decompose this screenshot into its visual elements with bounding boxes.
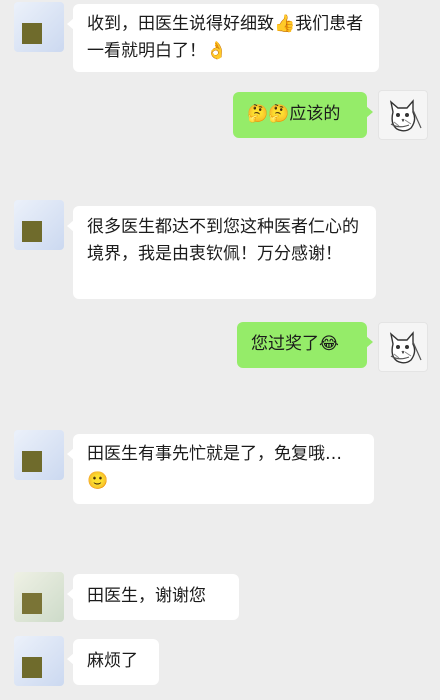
message-row-outgoing: 🤔🤔应该的 — [0, 86, 440, 146]
message-text: 收到，田医生说得好细致👍我们患者一看就明白了！👌 — [87, 14, 364, 61]
patient-avatar[interactable] — [14, 200, 64, 250]
message-text: 田医生，谢谢您 — [87, 586, 206, 606]
message-bubble[interactable]: 田医生有事先忙就是了，免复哦…🙂 — [67, 434, 374, 504]
doctor-avatar[interactable] — [378, 90, 428, 140]
patient-avatar[interactable] — [14, 430, 64, 480]
patient-avatar[interactable] — [14, 2, 64, 52]
message-text: 麻烦了 — [87, 651, 138, 671]
patient-avatar[interactable] — [14, 572, 64, 622]
message-bubble[interactable]: 收到，田医生说得好细致👍我们患者一看就明白了！👌 — [67, 4, 379, 72]
message-text: 🤔🤔应该的 — [247, 104, 341, 124]
message-row-incoming: 很多医生都达不到您这种医者仁心的境界，我是由衷钦佩！万分感谢！ — [0, 196, 440, 306]
cat-sketch-icon — [389, 331, 422, 364]
message-bubble[interactable]: 🤔🤔应该的 — [233, 92, 373, 138]
message-text: 田医生有事先忙就是了，免复哦…🙂 — [87, 444, 342, 491]
message-row-incoming: 田医生有事先忙就是了，免复哦…🙂 — [0, 426, 440, 516]
message-bubble[interactable]: 麻烦了 — [67, 639, 159, 685]
message-row-incoming: 麻烦了 — [0, 634, 440, 700]
message-bubble[interactable]: 田医生，谢谢您 — [67, 574, 239, 620]
message-row-incoming: 田医生，谢谢您 — [0, 568, 440, 628]
message-bubble[interactable]: 您过奖了😂 — [237, 322, 373, 368]
cat-sketch-icon — [389, 99, 422, 132]
message-row-outgoing: 您过奖了😂 — [0, 316, 440, 376]
doctor-avatar[interactable] — [378, 322, 428, 372]
patient-avatar[interactable] — [14, 636, 64, 686]
message-text: 很多医生都达不到您这种医者仁心的境界，我是由衷钦佩！万分感谢！ — [87, 217, 359, 264]
message-row-incoming: 收到，田医生说得好细致👍我们患者一看就明白了！👌 — [0, 0, 440, 80]
message-bubble[interactable]: 很多医生都达不到您这种医者仁心的境界，我是由衷钦佩！万分感谢！ — [67, 206, 376, 299]
message-text: 您过奖了😂 — [251, 334, 339, 354]
